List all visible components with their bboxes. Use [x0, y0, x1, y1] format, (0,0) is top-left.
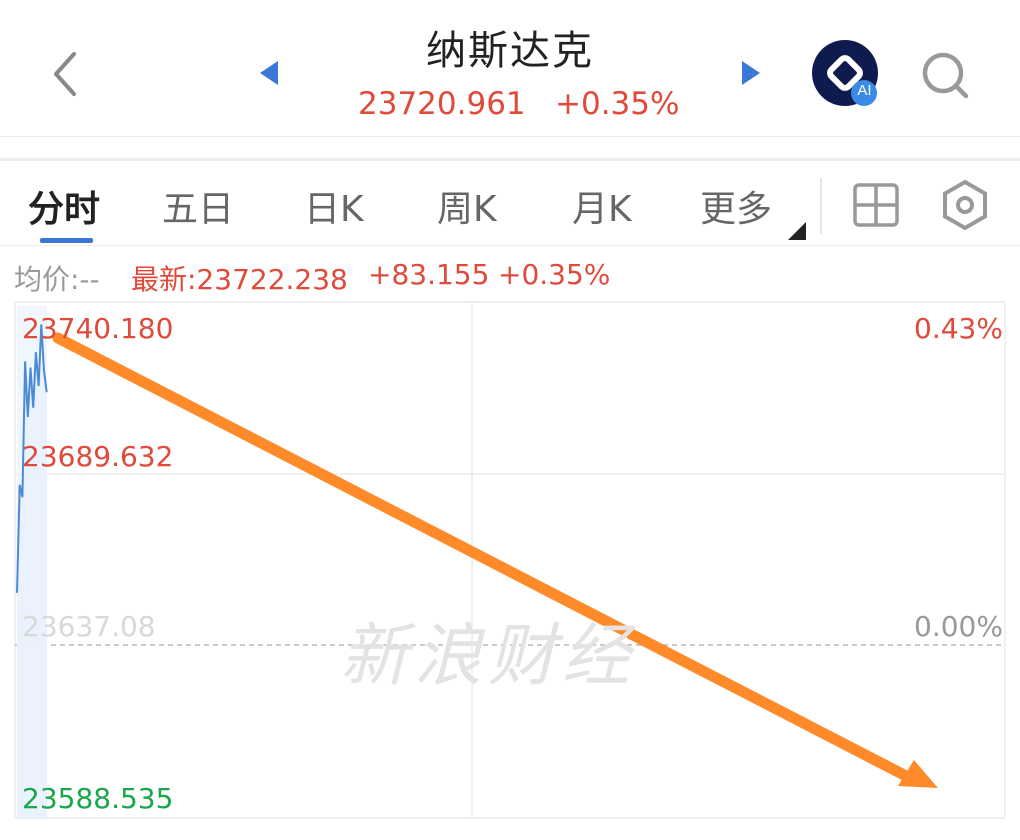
tab-weekly-k[interactable]: 周K [437, 180, 497, 232]
y-axis-label-high: 23740.180 [22, 312, 174, 345]
tab-more[interactable]: 更多 [700, 180, 772, 232]
y-axis-label-low: 23588.535 [22, 782, 174, 815]
tab-intraday[interactable]: 分时 [28, 180, 100, 232]
current-price: 23720.961 [358, 86, 526, 122]
tab-daily-k[interactable]: 日K [304, 180, 364, 232]
section-divider [0, 158, 1020, 161]
y-axis-label-mid: 23689.632 [22, 440, 174, 473]
tab-monthly-k[interactable]: 月K [572, 180, 632, 232]
layout-grid-button[interactable] [850, 180, 902, 230]
change-percent: +0.35% [555, 86, 680, 122]
chart-frame [14, 301, 1006, 819]
active-tab-indicator [40, 238, 93, 243]
ai-badge: AI [857, 82, 872, 99]
latest-percent-label: +0.35% [498, 258, 611, 291]
header-divider [0, 136, 1020, 137]
next-index-button[interactable] [735, 58, 765, 88]
tab-five-day[interactable]: 五日 [162, 180, 234, 232]
more-dropdown-corner-icon [788, 222, 806, 240]
tabs-divider [0, 245, 1020, 246]
search-button[interactable] [918, 48, 972, 102]
watermark: 新浪财经 [340, 617, 637, 696]
intraday-chart[interactable]: 23740.180 23689.632 23637.08 23588.535 0… [0, 290, 1020, 836]
tab-divider [820, 178, 822, 234]
triangle-right-icon [742, 61, 760, 85]
search-icon [922, 52, 969, 99]
annotation-arrow-shaft [52, 332, 914, 783]
chart-settings-button[interactable] [938, 178, 992, 232]
ai-assistant-button[interactable]: AI [812, 40, 880, 108]
y-axis-label-baseline: 23637.08 [22, 610, 156, 643]
chart-plot-area [14, 301, 1006, 819]
grid-icon [853, 183, 899, 227]
y-axis-right-label-baseline: 0.00% [914, 610, 1003, 643]
y-axis-right-label-high: 0.43% [914, 312, 1003, 345]
latest-change-label: +83.155 [368, 258, 490, 291]
hexagon-settings-icon [943, 179, 987, 231]
